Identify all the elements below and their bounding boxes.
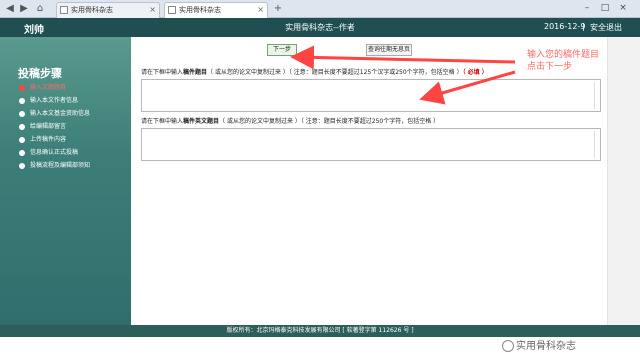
footer: 版权所有：北京玛格泰克科技发展有限公司 [ 软著登字第 112626 号 ]	[0, 325, 640, 337]
annotation-line-1: 输入您的稿件题目	[527, 50, 600, 60]
arrow-to-next-button	[290, 45, 516, 70]
arrow-to-title-field	[419, 70, 516, 105]
wechat-icon	[502, 340, 514, 352]
watermark: 实用骨科杂志	[502, 337, 576, 357]
watermark-text: 实用骨科杂志	[516, 341, 576, 352]
annotation-line-2: 点击下一步	[527, 62, 573, 72]
annotation-text: 输入您的稿件题目 点击下一步	[527, 49, 599, 73]
